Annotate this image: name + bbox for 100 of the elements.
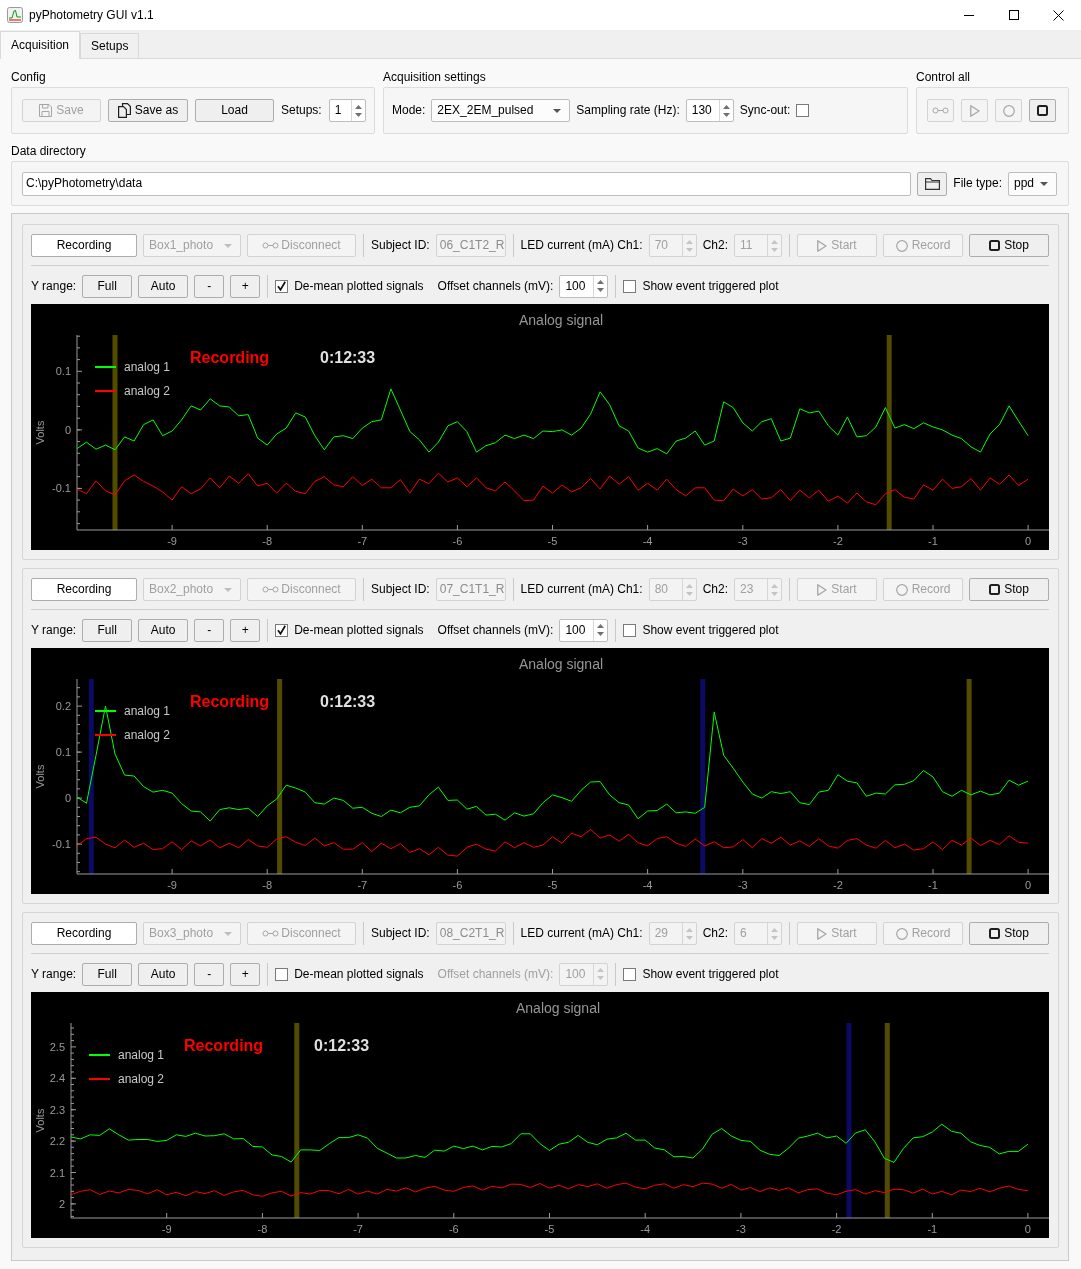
y-tick-label: 2	[58, 1197, 65, 1210]
close-icon[interactable]	[1053, 9, 1064, 21]
offset-spinbox[interactable]: 100	[559, 618, 609, 642]
y-tick-label: 0	[64, 792, 71, 805]
recording-status: Recording	[184, 1037, 264, 1054]
x-tick-label: -8	[262, 535, 273, 547]
play-icon	[817, 927, 828, 940]
y-range-button[interactable]: Auto	[138, 618, 189, 642]
legend-label: analog 2	[124, 384, 171, 398]
load-button[interactable]: Load	[195, 99, 274, 122]
recording-button[interactable]: Recording	[31, 234, 137, 257]
checkbox-label[interactable]: Show event triggered plot	[642, 966, 779, 982]
file-type-label: File type:	[953, 176, 1002, 191]
checkbox[interactable]	[623, 279, 637, 293]
connected-circles-icon	[262, 242, 280, 249]
checkbox[interactable]	[275, 967, 289, 981]
connected-circles-icon	[932, 107, 949, 114]
y-range-button[interactable]: +	[230, 618, 261, 642]
documents-icon	[117, 103, 131, 118]
up-arrow-icon[interactable]	[722, 104, 730, 109]
up-arrow-icon[interactable]	[354, 104, 362, 109]
checkbox-label[interactable]: De-mean plotted signals	[294, 966, 424, 982]
ch2-label: Ch2:	[702, 926, 728, 941]
x-tick-label: -6	[448, 1223, 459, 1235]
stop-button[interactable]: Stop	[969, 922, 1049, 945]
play-icon	[817, 239, 828, 252]
maximize-icon[interactable]	[1008, 10, 1019, 20]
caret-icon	[224, 587, 232, 592]
tab[interactable]: Setups	[80, 33, 140, 58]
subject-id-label: Subject ID:	[371, 926, 430, 941]
checkbox[interactable]	[275, 279, 289, 293]
minimize-icon[interactable]	[963, 14, 974, 16]
y-range-button[interactable]: Full	[82, 962, 133, 986]
stop-button[interactable]: Stop	[969, 234, 1049, 257]
x-tick-label: -7	[353, 1223, 363, 1235]
legend-label: analog 1	[118, 1048, 165, 1062]
ch2-label: Ch2:	[702, 238, 728, 253]
file-type-dropdown[interactable]: ppd	[1008, 171, 1057, 196]
y-range-button[interactable]: Auto	[138, 274, 189, 298]
y-range-button[interactable]: -	[194, 618, 225, 642]
x-tick-label: -2	[833, 879, 843, 891]
y-range-button[interactable]: Auto	[138, 962, 189, 986]
checkbox-label[interactable]: De-mean plotted signals	[294, 278, 424, 294]
y-tick-label: 0.1	[55, 365, 71, 378]
checkbox[interactable]	[796, 104, 810, 117]
offset-spinbox[interactable]: 100	[559, 274, 609, 298]
directory-field[interactable]: C:\pyPhotometry\data	[22, 171, 912, 196]
led-current-label: LED current (mA) Ch1:	[520, 582, 643, 597]
x-tick-label: -5	[547, 535, 558, 547]
down-arrow-icon[interactable]	[722, 112, 730, 117]
ch2-label: Ch2:	[702, 582, 728, 597]
x-tick-label: -8	[257, 1223, 268, 1235]
x-tick-label: -9	[161, 1223, 172, 1235]
x-tick-label: -7	[357, 879, 368, 891]
checkbox[interactable]	[623, 967, 637, 981]
chart-title: Analog signal	[518, 312, 604, 328]
y-tick-label: 0	[64, 423, 71, 436]
x-tick-label: -6	[452, 535, 463, 547]
up-arrow-icon[interactable]	[597, 624, 605, 628]
y-tick-label: 2.4	[49, 1072, 65, 1085]
save-as-button[interactable]: Save as	[108, 99, 188, 122]
caret-icon	[224, 243, 232, 248]
tab[interactable]: Acquisition	[0, 31, 81, 59]
sampling-rate-spinbox[interactable]: 130	[685, 99, 734, 122]
y-range-button[interactable]: +	[230, 274, 261, 298]
y-range-label: Y range:	[31, 278, 77, 294]
x-tick-label: -4	[642, 535, 653, 547]
check-icon	[277, 625, 287, 635]
checkbox-label[interactable]: Show event triggered plot	[642, 278, 779, 294]
folder-button[interactable]	[917, 171, 948, 196]
y-range-button[interactable]: -	[194, 962, 225, 986]
mode-dropdown[interactable]: 2EX_2EM_pulsed	[431, 99, 571, 122]
y-range-button[interactable]: +	[230, 962, 261, 986]
down-arrow-icon[interactable]	[597, 288, 605, 292]
checkbox[interactable]	[623, 623, 637, 637]
y-range-button[interactable]: -	[194, 274, 225, 298]
recording-button[interactable]: Recording	[31, 578, 137, 601]
setups-spinbox[interactable]: 1	[328, 99, 366, 122]
x-tick-label: -3	[736, 1223, 746, 1235]
down-arrow-icon[interactable]	[597, 632, 605, 636]
stop-button[interactable]	[1029, 99, 1056, 122]
checkbox[interactable]	[275, 623, 289, 637]
down-arrow-icon[interactable]	[354, 112, 362, 117]
x-tick-label: -2	[831, 1223, 842, 1235]
y-range-button[interactable]: Full	[82, 274, 133, 298]
subject-id-label: Subject ID:	[371, 582, 430, 597]
y-tick-label: -0.1	[52, 482, 71, 495]
up-arrow-icon[interactable]	[597, 280, 605, 284]
offset-label: Offset channels (mV):	[437, 278, 554, 294]
stop-button[interactable]: Stop	[969, 578, 1049, 601]
group-title: Config	[11, 69, 47, 85]
x-tick-label: -6	[452, 879, 463, 891]
y-range-button[interactable]: Full	[82, 618, 133, 642]
app-icon	[7, 7, 23, 23]
recording-button[interactable]: Recording	[31, 922, 137, 945]
play-icon	[817, 583, 828, 596]
caret-icon	[224, 931, 232, 936]
stop-icon	[1037, 105, 1048, 116]
checkbox-label[interactable]: De-mean plotted signals	[294, 622, 424, 638]
checkbox-label[interactable]: Show event triggered plot	[642, 622, 779, 638]
